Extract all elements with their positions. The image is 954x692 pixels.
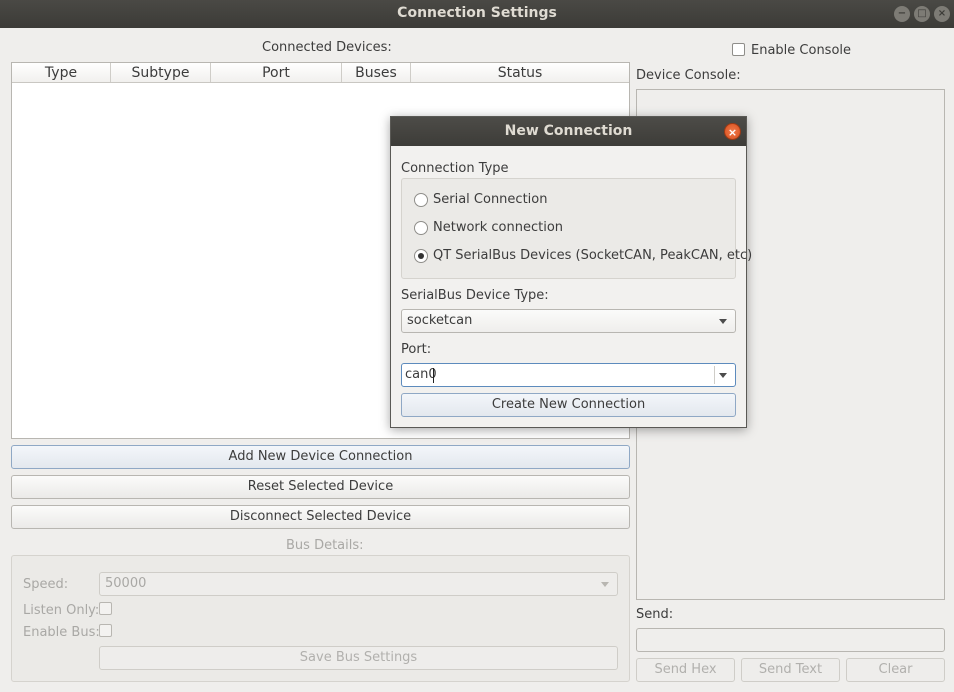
bus-details-label: Bus Details: <box>286 538 364 553</box>
connection-type-label: Connection Type <box>401 161 509 176</box>
port-label: Port: <box>401 342 432 357</box>
close-icon[interactable]: × <box>934 6 950 22</box>
column-header-subtype[interactable]: Subtype <box>111 63 211 82</box>
column-header-status[interactable]: Status <box>411 63 629 82</box>
create-connection-button[interactable]: Create New Connection <box>401 393 736 417</box>
option-network-label[interactable]: Network connection <box>433 220 563 235</box>
enable-console-checkbox[interactable] <box>732 43 745 56</box>
dialog-title: New Connection <box>504 123 633 139</box>
connected-devices-label: Connected Devices: <box>262 40 392 55</box>
speed-value: 50000 <box>105 576 147 591</box>
column-header-type[interactable]: Type <box>12 63 111 82</box>
disconnect-device-button[interactable]: Disconnect Selected Device <box>11 505 630 529</box>
option-serialbus-label[interactable]: QT SerialBus Devices (SocketCAN, PeakCAN… <box>433 248 752 263</box>
device-type-select[interactable]: socketcan <box>401 309 736 333</box>
dialog-titlebar: New Connection × <box>391 117 746 146</box>
device-type-label: SerialBus Device Type: <box>401 288 549 303</box>
text-cursor <box>433 368 434 383</box>
option-serial-label[interactable]: Serial Connection <box>433 192 547 207</box>
maximize-icon[interactable]: □ <box>914 6 930 22</box>
reset-device-button[interactable]: Reset Selected Device <box>11 475 630 499</box>
send-hex-button[interactable]: Send Hex <box>636 658 735 682</box>
enable-bus-checkbox <box>99 624 112 637</box>
port-input[interactable]: can0 <box>405 367 437 382</box>
device-type-value: socketcan <box>407 313 473 328</box>
window-title: Connection Settings <box>397 5 557 21</box>
radio-serial-connection[interactable] <box>414 193 428 207</box>
send-text-button[interactable]: Send Text <box>741 658 840 682</box>
listen-only-label: Listen Only: <box>23 603 100 618</box>
devices-table-header: Type Subtype Port Buses Status <box>12 63 629 83</box>
send-input[interactable] <box>636 628 945 652</box>
combo-separator <box>714 366 715 384</box>
clear-button[interactable]: Clear <box>846 658 945 682</box>
port-combobox[interactable]: can0 <box>401 363 736 387</box>
new-connection-dialog: New Connection × Connection Type Serial … <box>390 116 752 428</box>
column-header-port[interactable]: Port <box>211 63 342 82</box>
save-bus-settings-button: Save Bus Settings <box>99 646 618 670</box>
speed-select: 50000 <box>99 572 618 596</box>
send-label: Send: <box>636 607 674 622</box>
radio-serialbus-devices[interactable] <box>414 249 428 263</box>
chevron-down-icon <box>719 319 727 324</box>
radio-network-connection[interactable] <box>414 221 428 235</box>
enable-bus-label: Enable Bus: <box>23 625 100 640</box>
minimize-icon[interactable]: − <box>894 6 910 22</box>
enable-console-label: Enable Console <box>751 43 852 58</box>
column-header-buses[interactable]: Buses <box>342 63 411 82</box>
window-titlebar: Connection Settings − □ × <box>0 0 954 28</box>
speed-label: Speed: <box>23 577 69 592</box>
listen-only-checkbox <box>99 602 112 615</box>
chevron-down-icon[interactable] <box>719 373 727 378</box>
chevron-down-icon <box>601 582 609 587</box>
device-console-label: Device Console: <box>636 68 741 83</box>
close-icon[interactable]: × <box>724 123 741 140</box>
add-device-button[interactable]: Add New Device Connection <box>11 445 630 469</box>
